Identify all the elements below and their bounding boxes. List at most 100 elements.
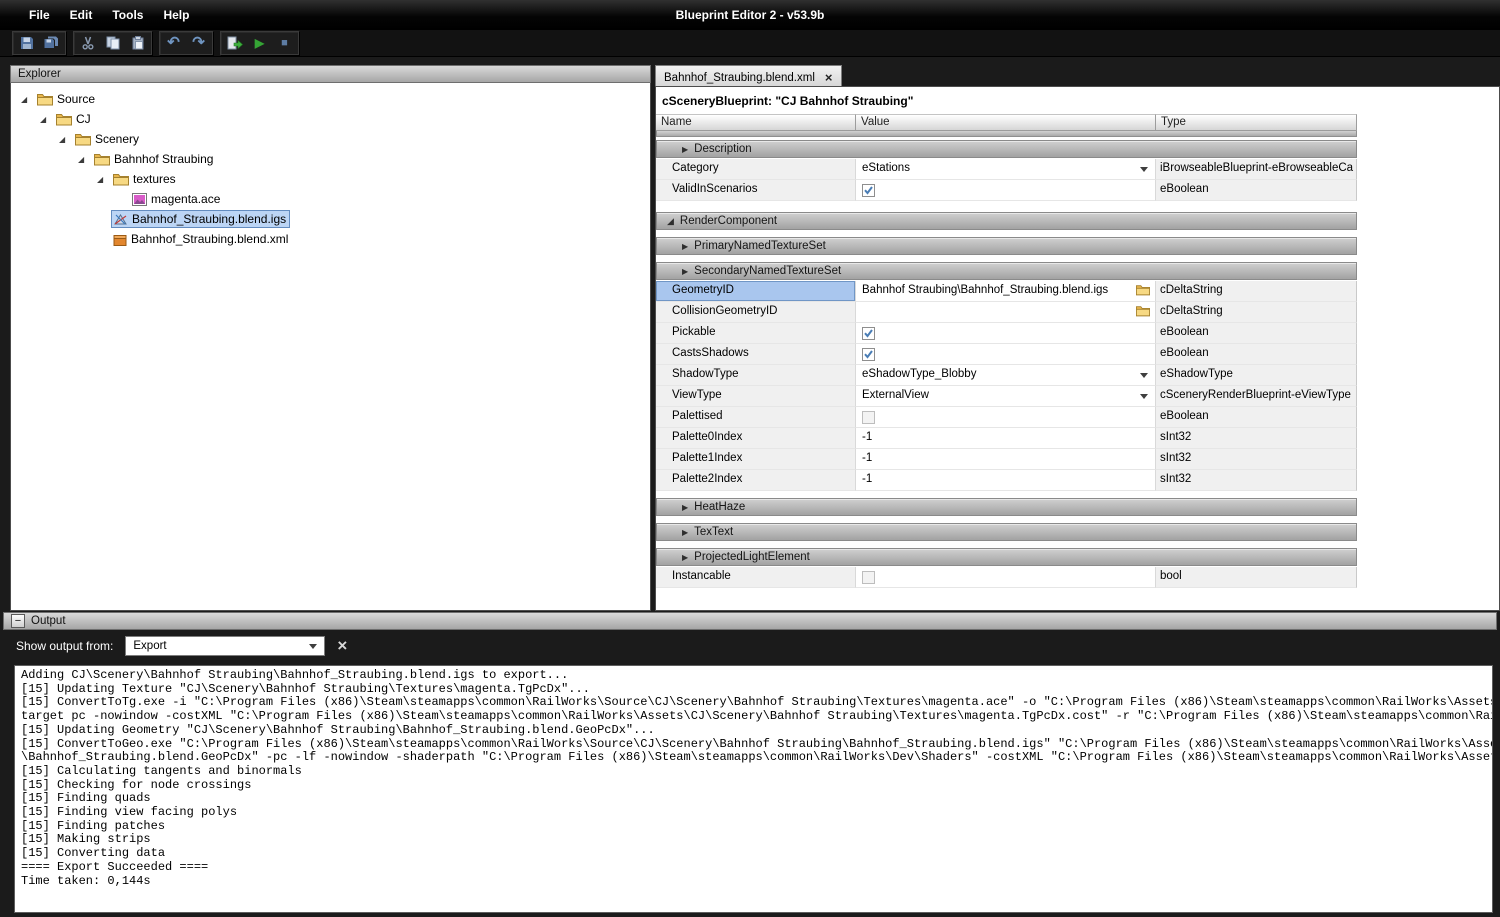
property-name-cell[interactable]: GeometryID: [656, 281, 856, 302]
property-name-cell[interactable]: ShadowType: [656, 365, 856, 386]
group-row-rendercomponent[interactable]: ◢RenderComponent: [656, 212, 1357, 230]
clear-output-button[interactable]: ×: [337, 638, 347, 654]
toolbar-button-export[interactable]: [222, 33, 247, 53]
property-row-pickable: PickableeBoolean: [656, 323, 1357, 344]
checkbox[interactable]: [862, 348, 875, 361]
property-name-cell[interactable]: Instancable: [656, 567, 856, 588]
property-value-text: eShadowType_Blobby: [862, 368, 976, 380]
property-name-cell[interactable]: Palette0Index: [656, 428, 856, 449]
tree-expander-icon[interactable]: ◢: [40, 115, 55, 124]
menu-file[interactable]: File: [20, 5, 59, 25]
checkbox[interactable]: [862, 571, 875, 584]
tree-item-scenery[interactable]: ◢Scenery: [11, 129, 650, 149]
tree-item-bahnhof-straubing[interactable]: ◢Bahnhof Straubing: [11, 149, 650, 169]
toolbar-button-save-all[interactable]: [39, 33, 64, 53]
property-value-cell[interactable]: Bahnhof Straubing\Bahnhof_Straubing.blen…: [856, 281, 1156, 302]
toolbar-button-save[interactable]: [14, 33, 39, 53]
property-name-cell[interactable]: Palette2Index: [656, 470, 856, 491]
property-value-cell[interactable]: -1: [856, 470, 1156, 491]
property-value-cell[interactable]: -1: [856, 449, 1156, 470]
group-row-heathaze[interactable]: ▶HeatHaze: [656, 498, 1357, 516]
tree-item-magenta-ace[interactable]: magenta.ace: [11, 189, 650, 209]
copy-icon: [106, 36, 120, 50]
toolbar-button-undo[interactable]: ↶: [161, 33, 186, 53]
group-row-primarynamedtextureset[interactable]: ▶PrimaryNamedTextureSet: [656, 237, 1357, 255]
property-value-cell[interactable]: eStations: [856, 159, 1156, 180]
property-name-cell[interactable]: CollisionGeometryID: [656, 302, 856, 323]
output-console: Adding CJ\Scenery\Bahnhof Straubing\Bahn…: [14, 665, 1493, 913]
tree-item-bahnhof-straubing-blend-igs[interactable]: Bahnhof_Straubing.blend.igs: [11, 209, 650, 229]
group-label: ProjectedLightElement: [694, 551, 810, 563]
group-row-textext[interactable]: ▶TexText: [656, 523, 1357, 541]
tree-item-bahnhof-straubing-blend-xml[interactable]: Bahnhof_Straubing.blend.xml: [11, 229, 650, 249]
toolbar-button-copy[interactable]: [100, 33, 125, 53]
column-header-type[interactable]: Type: [1156, 114, 1357, 131]
output-source-select[interactable]: Export: [125, 636, 325, 656]
property-name-cell[interactable]: CastsShadows: [656, 344, 856, 365]
toolbar-button-run[interactable]: ▶: [247, 33, 272, 53]
property-row-instancable: Instancablebool: [656, 567, 1357, 588]
property-row-validinscenarios: ValidInScenarios eBoolean: [656, 180, 1357, 201]
property-value-cell[interactable]: eShadowType_Blobby: [856, 365, 1156, 386]
console-line: target pc -nowindow -costXML "C:\Program…: [21, 710, 1486, 724]
property-value-cell[interactable]: [856, 407, 1156, 428]
property-value-cell[interactable]: -1: [856, 428, 1156, 449]
checkbox[interactable]: [862, 411, 875, 424]
tree-item-label: Bahnhof_Straubing.blend.igs: [132, 212, 286, 226]
property-name-cell[interactable]: Pickable: [656, 323, 856, 344]
dropdown-arrow-icon[interactable]: [1140, 167, 1148, 172]
property-name-cell[interactable]: Category: [656, 159, 856, 180]
folder-icon: [56, 113, 72, 126]
toolbar-button-redo[interactable]: ↷: [186, 33, 211, 53]
checkbox[interactable]: [862, 327, 875, 340]
group-row-secondarynamedtextureset[interactable]: ▶SecondaryNamedTextureSet: [656, 262, 1357, 280]
output-filter-label: Show output from:: [16, 639, 113, 653]
property-value-cell[interactable]: [856, 180, 1156, 201]
dropdown-arrow-icon[interactable]: [1140, 394, 1148, 399]
property-value-cell[interactable]: [856, 323, 1156, 344]
property-type-cell: eBoolean: [1156, 180, 1357, 201]
property-value-cell[interactable]: ExternalView: [856, 386, 1156, 407]
property-value-cell[interactable]: [856, 344, 1156, 365]
menu-help[interactable]: Help: [154, 5, 198, 25]
group-row-description[interactable]: ▶Description: [656, 140, 1357, 158]
tree-expander-icon[interactable]: ◢: [78, 155, 93, 164]
property-value-text: -1: [862, 431, 872, 443]
property-name-cell[interactable]: ValidInScenarios: [656, 180, 856, 201]
tree-item-cj[interactable]: ◢CJ: [11, 109, 650, 129]
browse-folder-icon[interactable]: [1136, 284, 1150, 299]
menu-tools[interactable]: Tools: [103, 5, 152, 25]
dropdown-arrow-icon[interactable]: [1140, 373, 1148, 378]
checkbox[interactable]: [862, 184, 875, 197]
property-value-cell[interactable]: [856, 567, 1156, 588]
menu-edit[interactable]: Edit: [61, 5, 102, 25]
group-row-projectedlightelement[interactable]: ▶ProjectedLightElement: [656, 548, 1357, 566]
tree-expander-icon[interactable]: ◢: [59, 135, 74, 144]
property-type-cell: iBrowseableBlueprint-eBrowseableCa: [1156, 159, 1357, 180]
collapse-output-button[interactable]: −: [11, 614, 25, 628]
blueprint-title: cSceneryBlueprint: "CJ Bahnhof Straubing…: [656, 87, 1499, 113]
redo-icon: ↷: [192, 36, 205, 50]
property-name-cell[interactable]: ViewType: [656, 386, 856, 407]
tree-expander-icon[interactable]: ◢: [97, 175, 112, 184]
tree-expander-icon[interactable]: ◢: [21, 95, 36, 104]
property-row-geometryid: GeometryIDBahnhof Straubing\Bahnhof_Stra…: [656, 281, 1357, 302]
property-row-collisiongeometryid: CollisionGeometryIDcDeltaString: [656, 302, 1357, 323]
console-line: [15] ConvertToGeo.exe "C:\Program Files …: [21, 738, 1486, 752]
toolbar-button-paste[interactable]: [125, 33, 150, 53]
tab-bahnhof-straubing-blend-xml[interactable]: Bahnhof_Straubing.blend.xml ×: [655, 65, 842, 86]
group-label: HeatHaze: [694, 501, 745, 513]
browse-folder-icon[interactable]: [1136, 305, 1150, 320]
property-name-cell[interactable]: Palette1Index: [656, 449, 856, 470]
column-header-value[interactable]: Value: [856, 114, 1156, 131]
tree-item-textures[interactable]: ◢textures: [11, 169, 650, 189]
toolbar-button-cut[interactable]: [75, 33, 100, 53]
column-header-name[interactable]: Name: [656, 114, 856, 131]
tab-close-icon[interactable]: ×: [825, 72, 833, 83]
property-name-cell[interactable]: Palettised: [656, 407, 856, 428]
console-line: \Bahnhof_Straubing.blend.GeoPcDx" -pc -l…: [21, 751, 1486, 765]
tree-item-source[interactable]: ◢Source: [11, 89, 650, 109]
property-value-cell[interactable]: [856, 302, 1156, 323]
toolbar-button-stop[interactable]: ■: [272, 33, 297, 53]
property-grid-rows: ▶DescriptionCategoryeStationsiBrowseable…: [656, 140, 1357, 588]
